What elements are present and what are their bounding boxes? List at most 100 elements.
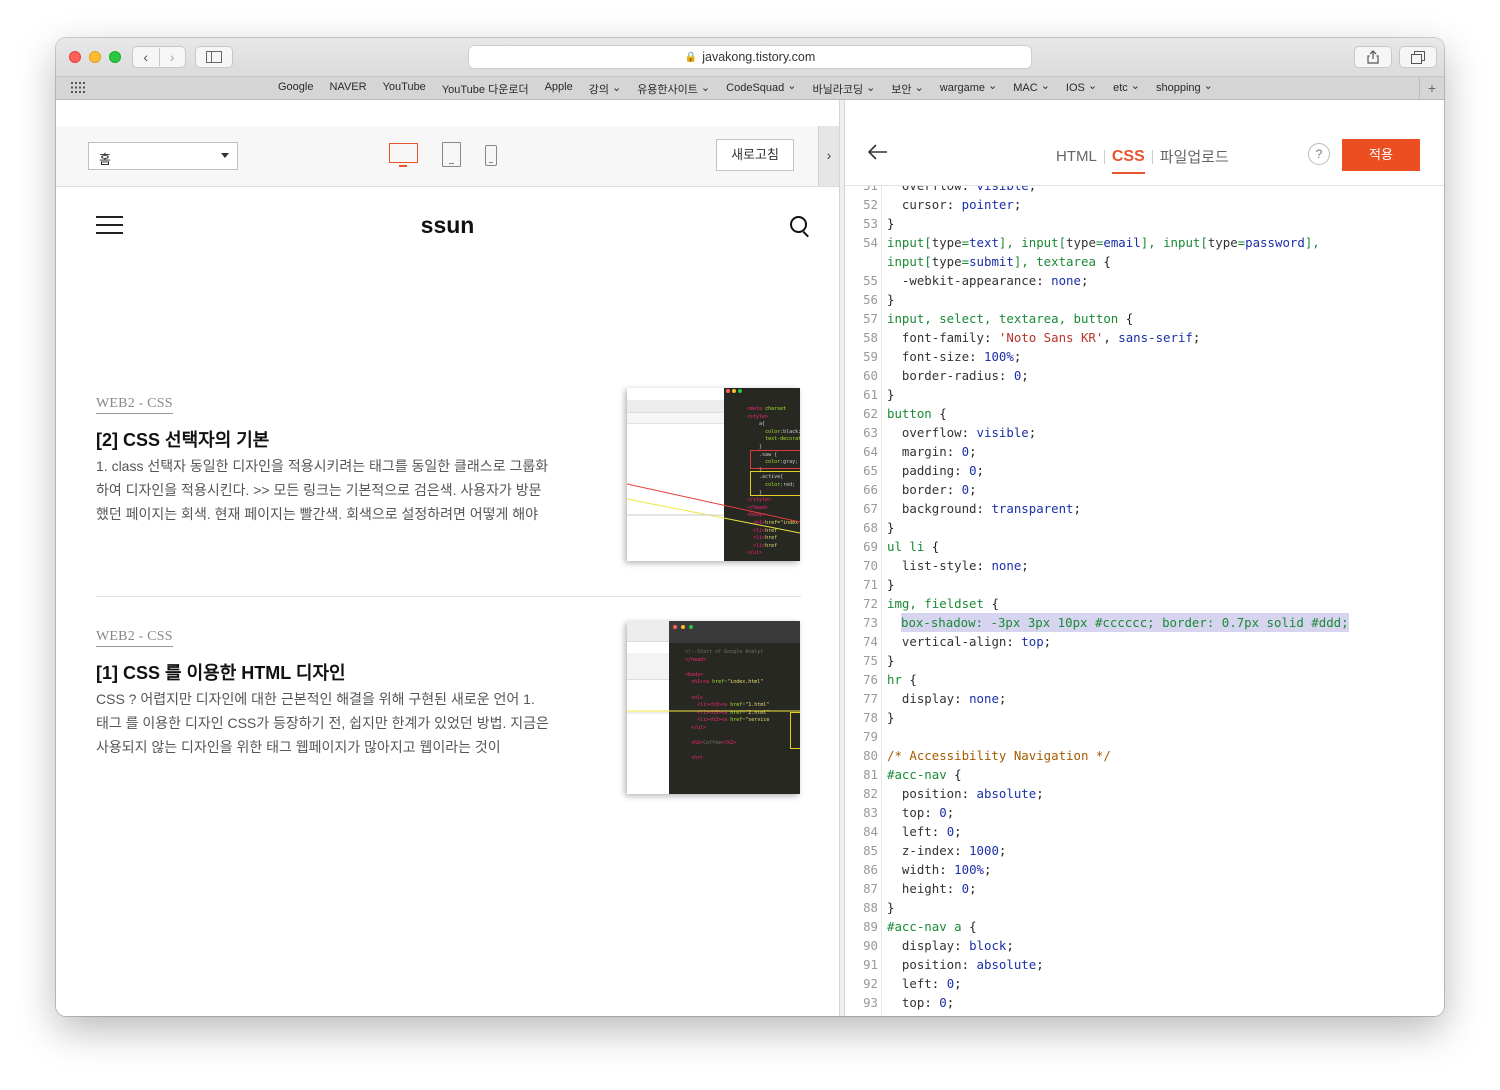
code-line[interactable]: 62 button {: [845, 404, 1444, 423]
bookmark-item[interactable]: MAC ⌄: [1013, 80, 1050, 97]
code-line[interactable]: 93 top: 0;: [845, 993, 1444, 1012]
post-category[interactable]: WEB2 - CSS: [96, 629, 173, 647]
code-line[interactable]: 51 overflow: visible;: [845, 186, 1444, 195]
code-line[interactable]: 55 -webkit-appearance: none;: [845, 271, 1444, 290]
add-bookmark-icon[interactable]: +: [1419, 77, 1444, 99]
desktop-icon[interactable]: [389, 143, 418, 167]
bookmark-item[interactable]: CodeSquad ⌄: [726, 80, 796, 97]
code-line[interactable]: 80 /* Accessibility Navigation */: [845, 746, 1444, 765]
code-line[interactable]: 58 font-family: 'Noto Sans KR', sans-ser…: [845, 328, 1444, 347]
page-select[interactable]: 홈: [88, 142, 238, 170]
code-line[interactable]: 72 img, fieldset {: [845, 594, 1444, 613]
post-category[interactable]: WEB2 - CSS: [96, 396, 173, 414]
code-line[interactable]: 68}: [845, 518, 1444, 537]
blog-title[interactable]: ssun: [56, 212, 839, 239]
sidebar-icon[interactable]: [195, 46, 233, 68]
code-editor[interactable]: 51 overflow: visible;52 cursor: pointer;…: [845, 186, 1444, 1016]
collapse-icon[interactable]: ›: [818, 126, 839, 186]
bookmark-item[interactable]: 보안 ⌄: [891, 81, 923, 97]
code-line[interactable]: 83 top: 0;: [845, 803, 1444, 822]
post-excerpt: 1. class 선택자 동일한 디자인을 적용시키려는 태그를 동일한 클래스…: [96, 458, 549, 522]
code-line[interactable]: 74 vertical-align: top;: [845, 632, 1444, 651]
code-line[interactable]: 73 box-shadow: -3px 3px 10px #cccccc; bor…: [845, 613, 1444, 632]
bookmark-item[interactable]: etc ⌄: [1113, 80, 1140, 97]
line-number: 63: [863, 425, 878, 440]
post-item[interactable]: WEB2 - CSS [2] CSS 선택자의 기본 1. class 선택자 …: [96, 388, 801, 561]
code-line[interactable]: 78}: [845, 708, 1444, 727]
chevron-down-icon: ⌄: [1130, 80, 1140, 92]
mobile-icon[interactable]: [485, 145, 497, 166]
bookmark-item[interactable]: shopping ⌄: [1156, 80, 1213, 97]
tab-css[interactable]: CSS: [1105, 148, 1152, 174]
code-line[interactable]: 86 width: 100%;: [845, 860, 1444, 879]
line-text: }: [887, 900, 895, 915]
code-line[interactable]: 53}: [845, 214, 1444, 233]
code-line[interactable]: 66 border: 0;: [845, 480, 1444, 499]
code-line[interactable]: 56}: [845, 290, 1444, 309]
code-line[interactable]: 76 hr {: [845, 670, 1444, 689]
code-line[interactable]: 79: [845, 727, 1444, 746]
address-bar[interactable]: 🔒 javakong.tistory.com: [468, 45, 1032, 69]
bookmark-item[interactable]: Google: [278, 81, 313, 97]
tabs-icon[interactable]: [1399, 46, 1437, 68]
code-line[interactable]: input[type=submit], textarea {: [845, 252, 1444, 271]
code-line[interactable]: 64 margin: 0;: [845, 442, 1444, 461]
back-arrow-icon[interactable]: [867, 142, 889, 166]
share-icon[interactable]: [1354, 46, 1392, 68]
apps-grid-icon[interactable]: [71, 82, 85, 94]
code-line[interactable]: 87 height: 0;: [845, 879, 1444, 898]
post-thumbnail[interactable]: <!--Start of Google Analyt </head> <body…: [627, 621, 800, 794]
line-text: }: [887, 577, 895, 592]
code-line[interactable]: 54 input[type=text], input[type=email], i…: [845, 233, 1444, 252]
code-line[interactable]: 63 overflow: visible;: [845, 423, 1444, 442]
code-line[interactable]: 85 z-index: 1000;: [845, 841, 1444, 860]
tab-file-upload[interactable]: 파일업로드: [1153, 146, 1236, 167]
minimize-window-button[interactable]: [89, 51, 101, 63]
code-line[interactable]: 67 background: transparent;: [845, 499, 1444, 518]
code-line[interactable]: 81 #acc-nav {: [845, 765, 1444, 784]
search-icon[interactable]: [790, 216, 807, 233]
refresh-button[interactable]: 새로고침: [716, 139, 794, 171]
code-line[interactable]: 75}: [845, 651, 1444, 670]
code-line[interactable]: 90 display: block;: [845, 936, 1444, 955]
code-line[interactable]: 82 position: absolute;: [845, 784, 1444, 803]
bookmark-item[interactable]: 강의 ⌄: [589, 81, 621, 97]
zoom-window-button[interactable]: [109, 51, 121, 63]
code-line[interactable]: 88}: [845, 898, 1444, 917]
code-line[interactable]: 69 ul li {: [845, 537, 1444, 556]
line-text: }: [887, 710, 895, 725]
post-item[interactable]: WEB2 - CSS [1] CSS 를 이용한 HTML 디자인 CSS ? …: [96, 621, 801, 794]
bookmark-item[interactable]: NAVER: [329, 81, 366, 97]
code-line[interactable]: 77 display: none;: [845, 689, 1444, 708]
tablet-icon[interactable]: [442, 142, 461, 167]
code-line[interactable]: 84 left: 0;: [845, 822, 1444, 841]
chevron-down-icon: ⌄: [988, 80, 998, 92]
code-line[interactable]: 61}: [845, 385, 1444, 404]
bookmark-item[interactable]: 유용한사이트 ⌄: [637, 81, 710, 97]
back-icon[interactable]: ‹: [133, 49, 159, 65]
code-line[interactable]: 60 border-radius: 0;: [845, 366, 1444, 385]
code-line[interactable]: 52 cursor: pointer;: [845, 195, 1444, 214]
bookmark-item[interactable]: IOS ⌄: [1066, 80, 1097, 97]
close-window-button[interactable]: [69, 51, 81, 63]
code-line[interactable]: 70 list-style: none;: [845, 556, 1444, 575]
tab-html[interactable]: HTML: [1049, 148, 1104, 165]
code-line[interactable]: 65 padding: 0;: [845, 461, 1444, 480]
bookmark-item[interactable]: 바닐라코딩 ⌄: [812, 81, 875, 97]
help-icon[interactable]: ?: [1308, 143, 1330, 165]
bookmark-item[interactable]: YouTube: [383, 81, 426, 97]
line-text: overflow: visible;: [887, 186, 1036, 195]
forward-icon[interactable]: ›: [160, 49, 186, 65]
post-thumbnail[interactable]: <meta charset <style> a{ color:black; te…: [627, 388, 800, 561]
line-number: 80: [863, 748, 878, 763]
code-line[interactable]: 92 left: 0;: [845, 974, 1444, 993]
apply-button[interactable]: 적용: [1342, 139, 1420, 171]
code-line[interactable]: 89 #acc-nav a {: [845, 917, 1444, 936]
code-line[interactable]: 57 input, select, textarea, button {: [845, 309, 1444, 328]
bookmark-item[interactable]: Apple: [545, 81, 573, 97]
bookmark-item[interactable]: YouTube 다운로더: [442, 81, 529, 97]
bookmark-item[interactable]: wargame ⌄: [940, 80, 998, 97]
code-line[interactable]: 71}: [845, 575, 1444, 594]
code-line[interactable]: 59 font-size: 100%;: [845, 347, 1444, 366]
code-line[interactable]: 91 position: absolute;: [845, 955, 1444, 974]
